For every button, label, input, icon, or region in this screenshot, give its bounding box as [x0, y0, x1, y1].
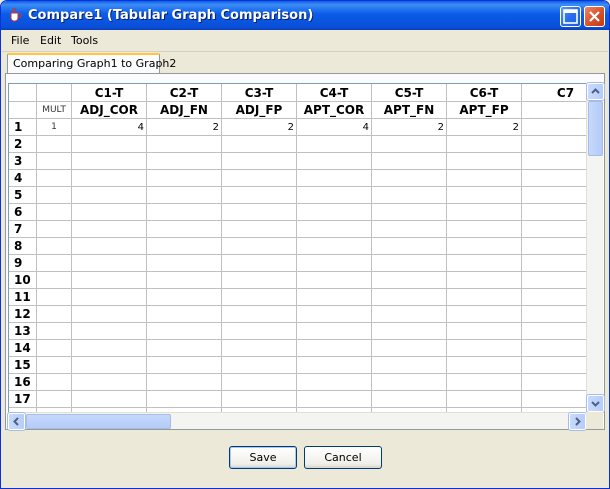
- column-name-header[interactable]: ADJ_FP: [222, 102, 296, 119]
- chevron-down-icon: [591, 401, 600, 407]
- java-cup-icon: [10, 7, 22, 22]
- title-bar[interactable]: Compare1 (Tabular Graph Comparison): [1, 1, 609, 30]
- menu-edit[interactable]: Edit: [40, 34, 61, 47]
- comparison-table[interactable]: C1-T ADJ_COR C2-T ADJ_FN C3-T ADJ_FP C4-T APT_C…: [8, 83, 586, 412]
- grid-line-horizontal: [9, 203, 586, 204]
- column-id-header[interactable]: C6-T: [447, 85, 521, 102]
- chevron-right-icon: [575, 417, 581, 426]
- table-cell[interactable]: 4: [297, 119, 371, 136]
- row-number: 9: [14, 256, 23, 270]
- grid-line-horizontal: [9, 288, 586, 289]
- grid-line-horizontal: [9, 169, 586, 170]
- row-number: 15: [14, 358, 31, 372]
- row-number: 7: [14, 222, 23, 236]
- scroll-left-button[interactable]: [7, 412, 26, 431]
- grid-line-horizontal: [9, 373, 586, 374]
- grid-line-horizontal: [9, 254, 586, 255]
- scroll-up-button[interactable]: [586, 82, 605, 101]
- column-name-header[interactable]: APT_FN: [372, 102, 446, 119]
- row-number: 3: [14, 154, 23, 168]
- table-cell[interactable]: 2: [372, 119, 446, 136]
- chevron-up-icon: [591, 88, 600, 94]
- menu-separator: [2, 51, 608, 52]
- row-number: 16: [14, 375, 31, 389]
- chevron-left-icon: [13, 417, 19, 426]
- tab-comparison[interactable]: Comparing Graph1 to Graph2: [7, 53, 176, 73]
- row-number: 13: [14, 324, 31, 338]
- column-id-header[interactable]: C5-T: [372, 85, 446, 102]
- column-name-header[interactable]: ADJ_COR: [72, 102, 146, 119]
- minimize-icon: [563, 9, 578, 24]
- window-title: Compare1 (Tabular Graph Comparison): [28, 8, 314, 23]
- row-number: 10: [14, 273, 31, 287]
- grid-line-horizontal: [9, 356, 586, 357]
- row-number: 5: [14, 188, 23, 202]
- row-number: 11: [14, 290, 31, 304]
- menu-bar: File Edit Tools: [2, 30, 608, 50]
- row-number: 14: [14, 341, 31, 355]
- column-name-header[interactable]: [522, 102, 586, 119]
- table-cell[interactable]: 4: [72, 119, 146, 136]
- column-name-header[interactable]: ADJ_FN: [147, 102, 221, 119]
- column-id-header[interactable]: C2-T: [147, 85, 221, 102]
- column-id-header[interactable]: C4-T: [297, 85, 371, 102]
- table-cell[interactable]: [522, 119, 586, 136]
- grid-line-horizontal: [9, 407, 586, 408]
- menu-tools[interactable]: Tools: [71, 34, 98, 47]
- close-button[interactable]: [584, 6, 605, 27]
- vertical-scroll-thumb[interactable]: [588, 101, 603, 156]
- column-id-header[interactable]: C7: [522, 85, 586, 102]
- row-number: 12: [14, 307, 31, 321]
- grid-line-horizontal: [9, 152, 586, 153]
- row-number: 4: [14, 171, 23, 185]
- grid-line-horizontal: [9, 322, 586, 323]
- grid-line-horizontal: [9, 237, 586, 238]
- vertical-scrollbar[interactable]: [586, 82, 605, 413]
- table-cell[interactable]: 2: [222, 119, 296, 136]
- cancel-button[interactable]: Cancel: [304, 446, 382, 469]
- grid-line-horizontal: [9, 390, 586, 391]
- row-number: 8: [14, 239, 23, 253]
- mult-header: MULT: [42, 105, 66, 115]
- scroll-down-button[interactable]: [586, 394, 605, 413]
- grid-line-horizontal: [9, 271, 586, 272]
- table-cell[interactable]: 2: [447, 119, 521, 136]
- grid-line-horizontal: [9, 305, 586, 306]
- row-number: 2: [14, 137, 23, 151]
- row-number: 17: [14, 392, 31, 406]
- horizontal-scrollbar[interactable]: [7, 412, 587, 431]
- menu-file[interactable]: File: [11, 34, 29, 47]
- mult-cell[interactable]: 1: [37, 119, 71, 136]
- column-name-header[interactable]: APT_FP: [447, 102, 521, 119]
- grid-line-horizontal: [9, 339, 586, 340]
- tab-label: Comparing Graph1 to Graph2: [13, 57, 177, 70]
- column-id-header[interactable]: C3-T: [222, 85, 296, 102]
- minimize-button[interactable]: [560, 6, 581, 27]
- scroll-corner: [586, 412, 603, 429]
- save-button[interactable]: Save: [229, 446, 297, 469]
- horizontal-scroll-thumb[interactable]: [26, 414, 171, 429]
- table-cell[interactable]: 2: [147, 119, 221, 136]
- row-number: 6: [14, 205, 23, 219]
- scroll-right-button[interactable]: [568, 412, 587, 431]
- row-number: 1: [14, 120, 23, 134]
- column-name-header[interactable]: APT_COR: [297, 102, 371, 119]
- main-window: Compare1 (Tabular Graph Comparison) File…: [0, 0, 610, 489]
- grid-line-horizontal: [9, 220, 586, 221]
- close-icon: [589, 11, 600, 22]
- column-id-header[interactable]: C1-T: [72, 85, 146, 102]
- grid-line-horizontal: [9, 186, 586, 187]
